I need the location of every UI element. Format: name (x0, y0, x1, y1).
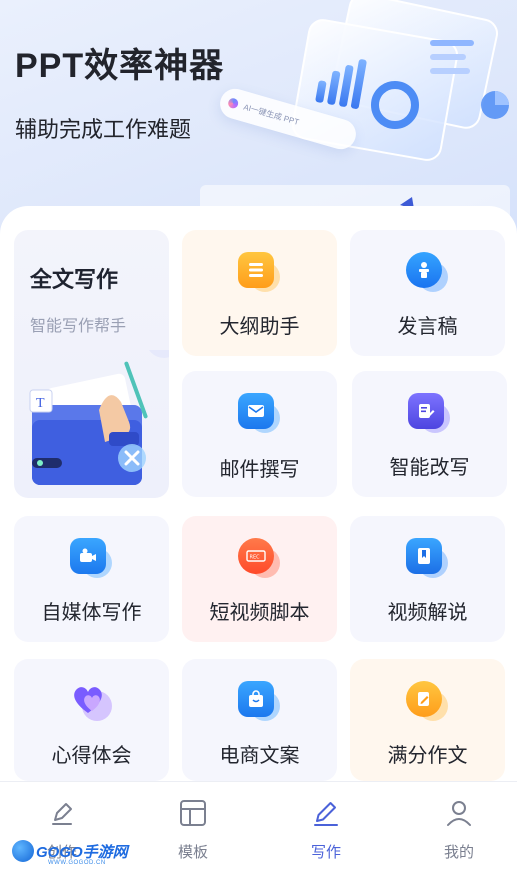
svg-text:REC: REC (249, 555, 260, 561)
site-watermark: GOGO手游网 WWW.GOGOD.CN (12, 840, 128, 866)
full-text-writing-subtitle: 智能写作帮手 (30, 318, 127, 335)
media-writing-icon (69, 538, 106, 574)
essay-icon (405, 681, 442, 717)
rewrite-icon (407, 393, 444, 429)
text-type-glyph: T (36, 396, 45, 411)
short-video-script-card[interactable]: REC 短视频脚本 (182, 516, 337, 642)
speech-draft-label: 发言稿 (397, 316, 458, 338)
video-commentary-icon (405, 538, 442, 574)
hero-banner: PPT效率神器 辅助完成工作难题 AI一键生成 PPT (0, 0, 517, 240)
writing-folder-illustration: T (29, 350, 169, 485)
tab-profile[interactable]: 我的 (419, 798, 499, 862)
hero-subtitle: 辅助完成工作难题 (15, 117, 192, 142)
speech-draft-card[interactable]: 发言稿 (350, 230, 505, 356)
tab-profile-label: 我的 (443, 844, 474, 861)
reflections-card[interactable]: 心得体会 (14, 659, 169, 781)
short-video-icon: REC (237, 538, 274, 574)
smart-rewrite-card[interactable]: 智能改写 (352, 371, 507, 497)
template-icon (180, 800, 206, 826)
outline-assistant-label: 大纲助手 (219, 316, 300, 338)
watermark-url: WWW.GOGOD.CN (48, 860, 106, 866)
profile-icon (447, 801, 471, 826)
email-writing-label: 邮件撰写 (219, 459, 300, 481)
reflections-label: 心得体会 (51, 745, 132, 767)
speech-icon (405, 252, 442, 288)
ecommerce-copy-card[interactable]: 电商文案 (182, 659, 337, 781)
full-text-writing-title: 全文写作 (30, 267, 119, 292)
video-commentary-label: 视频解说 (387, 602, 468, 624)
short-video-script-label: 短视频脚本 (209, 602, 310, 624)
full-text-writing-card[interactable]: 全文写作 智能写作帮手 T (14, 230, 169, 498)
tab-writing-label: 写作 (310, 844, 341, 861)
ai-logo-icon (227, 97, 240, 110)
ai-generate-text: AI一键生成 PPT (242, 101, 301, 127)
perfect-essay-label: 满分作文 (387, 745, 468, 767)
email-writing-card[interactable]: 邮件撰写 (182, 371, 337, 497)
smart-rewrite-label: 智能改写 (389, 457, 470, 479)
mail-icon (237, 393, 274, 429)
perfect-essay-card[interactable]: 满分作文 (350, 659, 505, 781)
outline-assistant-card[interactable]: 大纲助手 (182, 230, 337, 356)
pen-create-icon (52, 803, 72, 825)
tab-writing[interactable]: 写作 (286, 798, 366, 862)
gogo-logo-icon (12, 840, 34, 862)
tab-template[interactable]: 模板 (153, 798, 233, 862)
outline-icon (237, 252, 274, 288)
self-media-writing-label: 自媒体写作 (41, 602, 142, 624)
video-commentary-card[interactable]: 视频解说 (350, 516, 505, 642)
pencil-icon (314, 802, 338, 826)
self-media-writing-card[interactable]: 自媒体写作 (14, 516, 169, 642)
ecommerce-copy-label: 电商文案 (219, 745, 300, 767)
watermark-text: GOGO手游网 (36, 843, 128, 861)
tab-template-label: 模板 (177, 844, 208, 861)
heart-icon (70, 681, 106, 717)
shopping-bag-icon (237, 681, 274, 717)
